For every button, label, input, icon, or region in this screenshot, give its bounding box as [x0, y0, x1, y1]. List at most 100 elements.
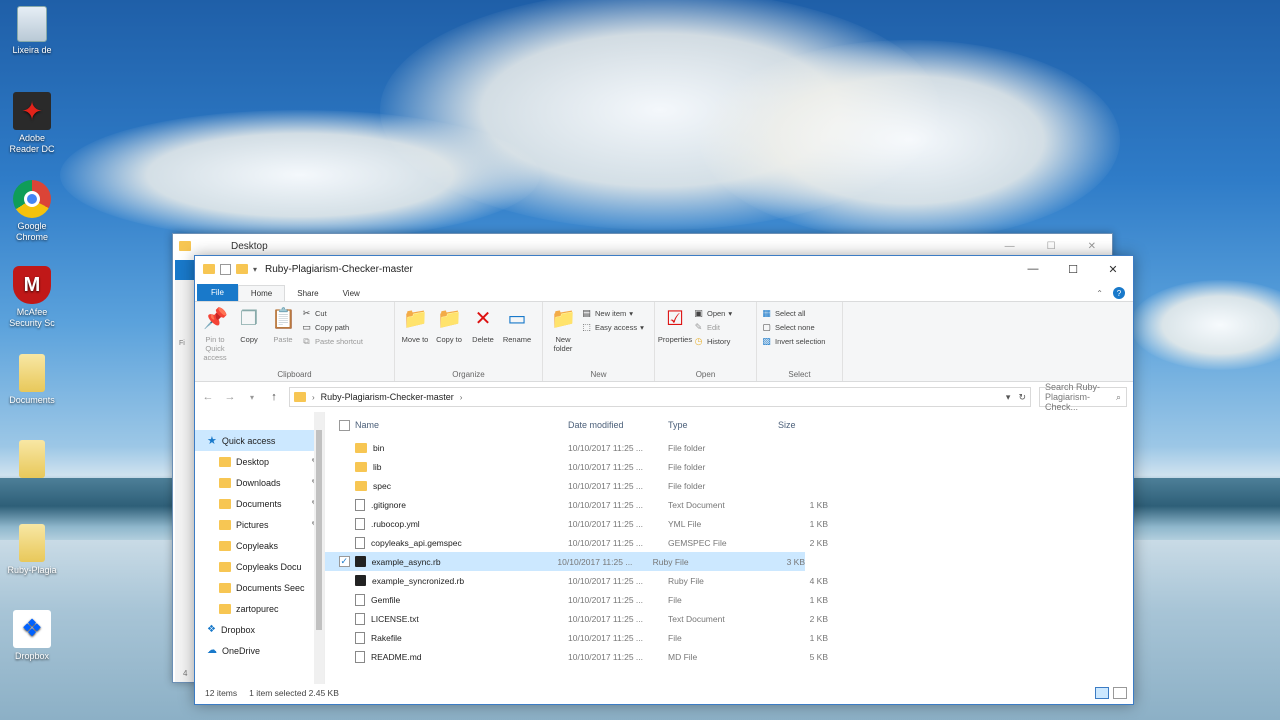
nav-item-label: Documents	[236, 498, 282, 509]
address-dropdown-icon[interactable]: ▾	[1006, 392, 1011, 403]
file-tab[interactable]	[175, 260, 195, 280]
nav-item[interactable]: ★ Quick access	[195, 430, 324, 451]
nav-item[interactable]: ❖ Dropbox	[195, 619, 324, 640]
desktop-icon-chrome[interactable]: Google Chrome	[4, 180, 60, 243]
nav-item[interactable]: Documents✎	[195, 493, 324, 514]
select-none-button[interactable]: ▢ Select none	[761, 322, 825, 333]
desktop-icon-folder[interactable]	[4, 440, 60, 481]
recent-locations-icon[interactable]: ▾	[245, 393, 259, 402]
tab-view[interactable]: View	[331, 286, 372, 301]
invert-selection-button[interactable]: ▧ Invert selection	[761, 336, 825, 347]
group-label: Open	[695, 370, 716, 379]
refresh-icon[interactable]: ↻	[1018, 392, 1026, 403]
nav-item[interactable]: Copyleaks	[195, 535, 324, 556]
forward-arrow-icon[interactable]: →	[223, 391, 237, 403]
row-checkbox[interactable]: ✓	[339, 556, 350, 567]
file-type: YML File	[668, 518, 702, 529]
maximize-button[interactable]: ☐	[1047, 241, 1056, 252]
file-row[interactable]: Rakefile 10/10/2017 11:25 ... File 1 KB	[325, 628, 1133, 647]
nav-item[interactable]: Copyleaks Docu	[195, 556, 324, 577]
help-icon[interactable]: ?	[1113, 287, 1125, 299]
easy-access-button[interactable]: ⬚ Easy access ▾	[581, 322, 644, 333]
file-row[interactable]: README.md 10/10/2017 11:25 ... MD File 5 KB	[325, 647, 1133, 666]
maximize-button[interactable]: ☐	[1053, 256, 1093, 282]
desktop-icon-adobe-reader[interactable]: ✦ Adobe Reader DC	[4, 92, 60, 155]
file-row[interactable]: lib 10/10/2017 11:25 ... File folder	[325, 457, 1133, 476]
file-row[interactable]: example_syncronized.rb 10/10/2017 11:25 .…	[325, 571, 1133, 590]
select-all-button[interactable]: ▦ Select all	[761, 308, 825, 319]
close-button[interactable]: ✕	[1088, 241, 1096, 252]
back-arrow-icon[interactable]: ←	[201, 391, 215, 403]
file-date: 10/10/2017 11:25 ...	[568, 461, 643, 472]
column-name[interactable]: Name	[350, 420, 568, 430]
chevron-right-icon[interactable]: ›	[460, 393, 463, 402]
address-bar[interactable]: › Ruby-Plagiarism-Checker-master › ▾ ↻	[289, 387, 1031, 407]
file-row[interactable]: .gitignore 10/10/2017 11:25 ... Text Docum…	[325, 495, 1133, 514]
properties-button[interactable]: ☑ Properties	[658, 306, 692, 367]
scrollbar-thumb[interactable]	[316, 430, 322, 630]
column-date-modified[interactable]: Date modified	[568, 420, 668, 430]
select-all-checkbox[interactable]	[339, 419, 350, 431]
file-row[interactable]: LICENSE.txt 10/10/2017 11:25 ... Text Docu…	[325, 609, 1133, 628]
paste-shortcut-button[interactable]: ⧉ Paste shortcut	[301, 336, 363, 347]
history-button[interactable]: ◷ History	[693, 336, 732, 347]
desktop-icon-dropbox[interactable]: ❖ Dropbox	[4, 610, 60, 662]
new-folder-button[interactable]: 📁 New folder	[547, 306, 579, 367]
scissors-icon: ✂	[302, 308, 311, 318]
mcafee-icon: M	[13, 266, 51, 304]
file-row[interactable]: Gemfile 10/10/2017 11:25 ... File 1 KB	[325, 590, 1133, 609]
chevron-down-icon[interactable]: ▾	[253, 265, 257, 274]
breadcrumb[interactable]: Ruby-Plagiarism-Checker-master	[321, 392, 454, 402]
file-type: File folder	[668, 442, 706, 453]
file-row[interactable]: spec 10/10/2017 11:25 ... File folder	[325, 476, 1133, 495]
delete-button[interactable]: ✕ Delete	[467, 306, 499, 367]
column-size[interactable]: Size	[778, 420, 828, 430]
nav-item[interactable]: ☁ OneDrive	[195, 640, 324, 661]
move-to-button[interactable]: 📁 Move to	[399, 306, 431, 367]
onedrive-icon: ☁	[207, 645, 217, 656]
search-input[interactable]: Search Ruby-Plagiarism-Check... ⌕	[1039, 382, 1127, 412]
desktop-icon-recycle-bin[interactable]: Lixeira de	[4, 6, 60, 56]
address-row: ← → ▾ ↑ › Ruby-Plagiarism-Checker-master…	[195, 382, 1133, 412]
nav-item[interactable]: Desktop✎	[195, 451, 324, 472]
tab-share[interactable]: Share	[285, 286, 330, 301]
large-icons-view-icon[interactable]	[1113, 687, 1127, 699]
nav-item[interactable]: zartopurec	[195, 598, 324, 619]
cut-button[interactable]: ✂ Cut	[301, 308, 363, 319]
copy-to-button[interactable]: 📁 Copy to	[433, 306, 465, 367]
file-row[interactable]: ✓ example_async.rb 10/10/2017 11:25 ... Rub…	[325, 552, 805, 571]
paste-button[interactable]: 📋 Paste	[267, 306, 299, 367]
rename-button[interactable]: ▭ Rename	[501, 306, 533, 367]
file-name: lib	[373, 461, 382, 472]
pin-quick-access-button[interactable]: 📌 Pin to Quick access	[199, 306, 231, 367]
desktop-icon-mcafee[interactable]: M McAfee Security Sc	[4, 266, 60, 329]
collapse-ribbon-icon[interactable]: ⌃	[1096, 289, 1103, 298]
desktop-icon-documents[interactable]: Documents	[4, 354, 60, 406]
explorer-window[interactable]: ▾ Ruby-Plagiarism-Checker-master — ☐ ✕ F…	[194, 255, 1134, 705]
file-row[interactable]: .rubocop.yml 10/10/2017 11:25 ... YML File…	[325, 514, 1133, 533]
copy-path-button[interactable]: ▭ Copy path	[301, 322, 363, 333]
open-button[interactable]: ▣ Open ▾	[693, 308, 732, 319]
minimize-button[interactable]: —	[1005, 241, 1015, 252]
new-item-button[interactable]: ▤ New item ▾	[581, 308, 644, 319]
new-folder-qa-icon[interactable]	[236, 264, 248, 274]
minimize-button[interactable]: —	[1013, 256, 1053, 282]
copy-button[interactable]: ❐ Copy	[233, 306, 265, 367]
column-type[interactable]: Type	[668, 420, 778, 430]
nav-item[interactable]: Pictures✎	[195, 514, 324, 535]
desktop-icon-ruby-plagia[interactable]: Ruby-Plagia	[4, 524, 60, 576]
tab-file[interactable]: File	[197, 284, 238, 301]
file-row[interactable]: bin 10/10/2017 11:25 ... File folder	[325, 438, 1133, 457]
tab-home[interactable]: Home	[237, 285, 286, 301]
details-view-icon[interactable]	[1095, 687, 1109, 699]
selection-info: 1 item selected 2.45 KB	[249, 688, 339, 698]
edit-button[interactable]: ✎ Edit	[693, 322, 732, 333]
nav-scrollbar[interactable]	[314, 412, 324, 684]
nav-item[interactable]: Documents Seec	[195, 577, 324, 598]
file-row[interactable]: copyleaks_api.gemspec 10/10/2017 11:25 ..…	[325, 533, 1133, 552]
up-arrow-icon[interactable]: ↑	[267, 391, 281, 403]
close-button[interactable]: ✕	[1093, 256, 1133, 282]
nav-item[interactable]: Downloads✎	[195, 472, 324, 493]
properties-qa-icon[interactable]	[220, 263, 231, 275]
desktop-icon-label: Adobe Reader DC	[9, 133, 55, 154]
